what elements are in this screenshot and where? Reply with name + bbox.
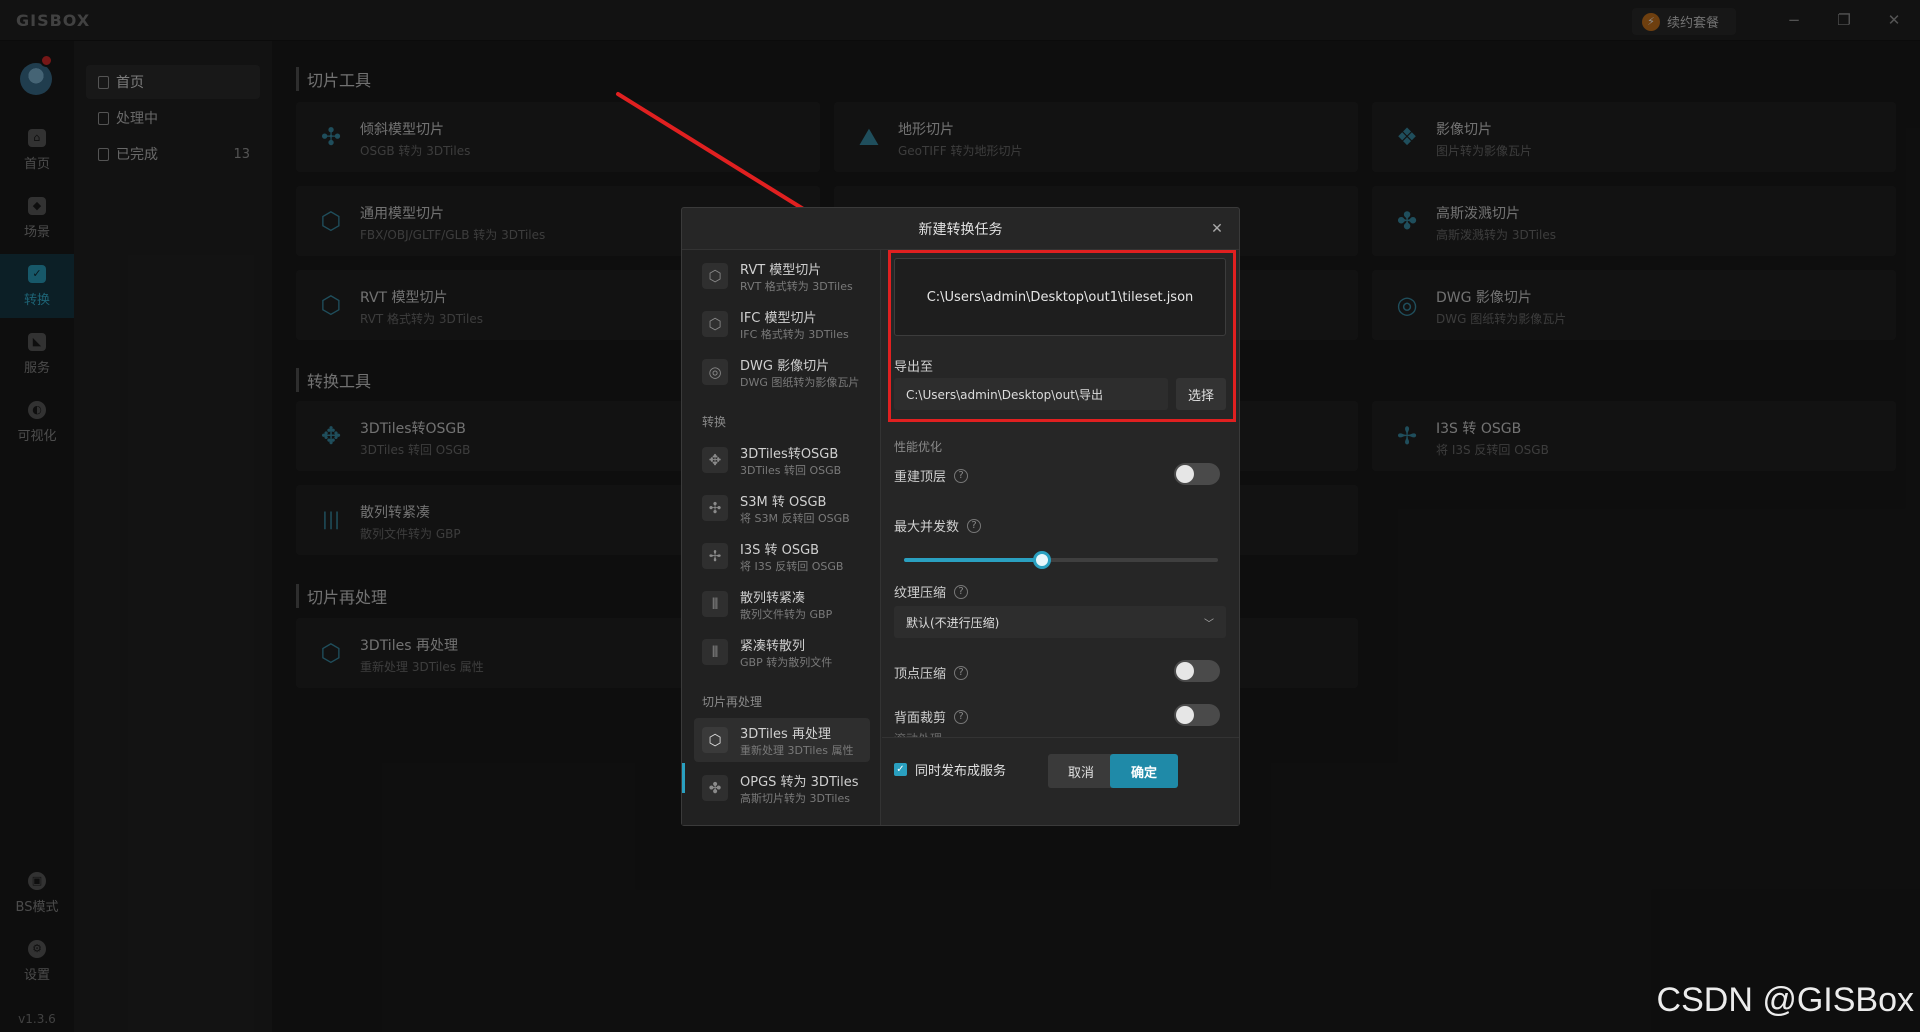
texture-compress-option: 纹理压缩 ? xyxy=(894,582,969,601)
active-indicator xyxy=(682,763,685,793)
chevron-down-icon: ﹀ xyxy=(1204,618,1214,630)
help-icon[interactable]: ? xyxy=(954,709,969,724)
cube-icon: ⬡ xyxy=(702,727,728,753)
rebuild-top-label: 重建顶层 xyxy=(894,470,947,485)
task-item-subtitle: 将 I3S 反转回 OSGB xyxy=(740,560,844,573)
help-icon[interactable]: ? xyxy=(967,518,982,533)
task-type-list: ⬡ RVT 模型切片 RVT 格式转为 3DTiles ⬡ IFC 模型切片 I… xyxy=(682,250,881,825)
watermark: CSDN @GISBox xyxy=(1656,981,1914,1019)
perf-section-label: 性能优化 xyxy=(894,440,943,454)
rebuild-top-option: 重建顶层 ? xyxy=(894,466,969,485)
task-item-subtitle: DWG 图纸转为影像瓦片 xyxy=(740,376,860,389)
task-item-title: S3M 转 OSGB xyxy=(740,495,827,510)
bars-icon: ⦀ xyxy=(702,591,728,617)
task-item-title: I3S 转 OSGB xyxy=(740,543,820,558)
confirm-button[interactable]: 确定 xyxy=(1110,754,1178,788)
task-item-subtitle: GBP 转为散列文件 xyxy=(740,656,833,669)
max-concurrency-option: 最大并发数 ? xyxy=(894,516,982,535)
texture-compress-label: 纹理压缩 xyxy=(894,586,947,601)
max-concurrency-label: 最大并发数 xyxy=(894,520,960,535)
vertex-compress-label: 顶点压缩 xyxy=(894,667,947,682)
task-item-title: 3DTiles转OSGB xyxy=(740,447,839,462)
task-item-ifc[interactable]: ⬡ IFC 模型切片 IFC 格式转为 3DTiles xyxy=(694,302,870,346)
task-item-title: 散列转紧凑 xyxy=(740,591,806,606)
s3m-icon: ✣ xyxy=(702,495,728,521)
task-item-title: 3DTiles 再处理 xyxy=(740,727,831,742)
convert-icon: ✥ xyxy=(702,447,728,473)
task-item-subtitle: 散列文件转为 GBP xyxy=(740,608,833,621)
texture-compress-select[interactable]: 默认(不进行压缩) ﹀ xyxy=(894,606,1226,638)
publish-service-checkbox[interactable]: ✓ 同时发布成服务 xyxy=(894,760,1006,779)
dialog-title: 新建转换任务 xyxy=(682,208,1239,250)
backface-cull-option: 背面裁剪 ? xyxy=(894,707,969,726)
task-item-3dtiles-reprocess[interactable]: ⬡ 3DTiles 再处理 重新处理 3DTiles 属性 xyxy=(694,718,870,762)
task-item-dwg[interactable]: ◎ DWG 影像切片 DWG 图纸转为影像瓦片 xyxy=(694,350,870,394)
task-item-hash-compact[interactable]: ⦀ 散列转紧凑 散列文件转为 GBP xyxy=(694,582,870,626)
task-item-subtitle: 重新处理 3DTiles 属性 xyxy=(740,744,854,757)
checkbox-checked-icon: ✓ xyxy=(894,763,907,776)
task-item-title: DWG 影像切片 xyxy=(740,359,830,374)
annotation-highlight-box xyxy=(888,250,1236,422)
task-item-title: IFC 模型切片 xyxy=(740,311,817,326)
app-window: GISBOX ⚡ 续约套餐 − ❐ ✕ ⌂ 首页 ◆ 场景 ✓ 转换 ◣ 服务 … xyxy=(0,0,1920,1032)
task-item-subtitle: 3DTiles 转回 OSGB xyxy=(740,464,842,477)
texture-compress-value: 默认(不进行压缩) xyxy=(906,615,1000,630)
task-item-opgs[interactable]: ✤ OPGS 转为 3DTiles 高斯切片转为 3DTiles xyxy=(694,766,870,810)
task-group-convert: 转换 xyxy=(702,415,727,429)
rebuild-top-toggle[interactable] xyxy=(1174,463,1220,485)
help-icon[interactable]: ? xyxy=(954,665,969,680)
cancel-button[interactable]: 取消 xyxy=(1048,754,1114,788)
new-task-dialog: 新建转换任务 ✕ ⬡ RVT 模型切片 RVT 格式转为 3DTiles ⬡ I… xyxy=(681,207,1240,826)
cube-icon: ⬡ xyxy=(702,311,728,337)
backface-cull-toggle[interactable] xyxy=(1174,704,1220,726)
task-item-title: 紧凑转散列 xyxy=(740,639,806,654)
task-item-3dtiles-osgb[interactable]: ✥ 3DTiles转OSGB 3DTiles 转回 OSGB xyxy=(694,438,870,482)
dialog-footer: ✓ 同时发布成服务 取消 确定 xyxy=(882,737,1239,825)
task-item-subtitle: 将 S3M 反转回 OSGB xyxy=(740,512,850,525)
toggle-knob xyxy=(1176,706,1194,724)
toggle-knob xyxy=(1176,662,1194,680)
vertex-compress-option: 顶点压缩 ? xyxy=(894,663,969,682)
task-config-panel: C:\Users\admin\Desktop\out1\tileset.json… xyxy=(882,250,1239,825)
task-item-subtitle: 高斯切片转为 3DTiles xyxy=(740,792,850,805)
task-item-compact-hash[interactable]: ⦀ 紧凑转散列 GBP 转为散列文件 xyxy=(694,630,870,674)
task-item-title: OPGS 转为 3DTiles xyxy=(740,775,859,790)
help-icon[interactable]: ? xyxy=(954,468,969,483)
task-item-rvt[interactable]: ⬡ RVT 模型切片 RVT 格式转为 3DTiles xyxy=(694,254,870,298)
max-concurrency-slider[interactable] xyxy=(904,551,1218,569)
dialog-close-icon[interactable]: ✕ xyxy=(1207,219,1227,239)
task-item-subtitle: IFC 格式转为 3DTiles xyxy=(740,328,849,341)
vertex-compress-toggle[interactable] xyxy=(1174,660,1220,682)
task-item-subtitle: RVT 格式转为 3DTiles xyxy=(740,280,853,293)
cube-icon: ⬡ xyxy=(702,263,728,289)
slider-handle[interactable] xyxy=(1033,551,1052,569)
i3s-icon: ✢ xyxy=(702,543,728,569)
task-item-s3m-osgb[interactable]: ✣ S3M 转 OSGB 将 S3M 反转回 OSGB xyxy=(694,486,870,530)
gaussian-icon: ✤ xyxy=(702,775,728,801)
toggle-knob xyxy=(1176,465,1194,483)
publish-service-label: 同时发布成服务 xyxy=(915,764,1007,779)
dwg-icon: ◎ xyxy=(702,359,728,385)
bars-icon: ⦀ xyxy=(702,639,728,665)
task-item-title: RVT 模型切片 xyxy=(740,263,822,278)
task-group-reprocess: 切片再处理 xyxy=(702,695,763,709)
task-item-i3s-osgb[interactable]: ✢ I3S 转 OSGB 将 I3S 反转回 OSGB xyxy=(694,534,870,578)
help-icon[interactable]: ? xyxy=(954,584,969,599)
backface-cull-label: 背面裁剪 xyxy=(894,711,947,726)
slider-fill xyxy=(904,558,1043,562)
